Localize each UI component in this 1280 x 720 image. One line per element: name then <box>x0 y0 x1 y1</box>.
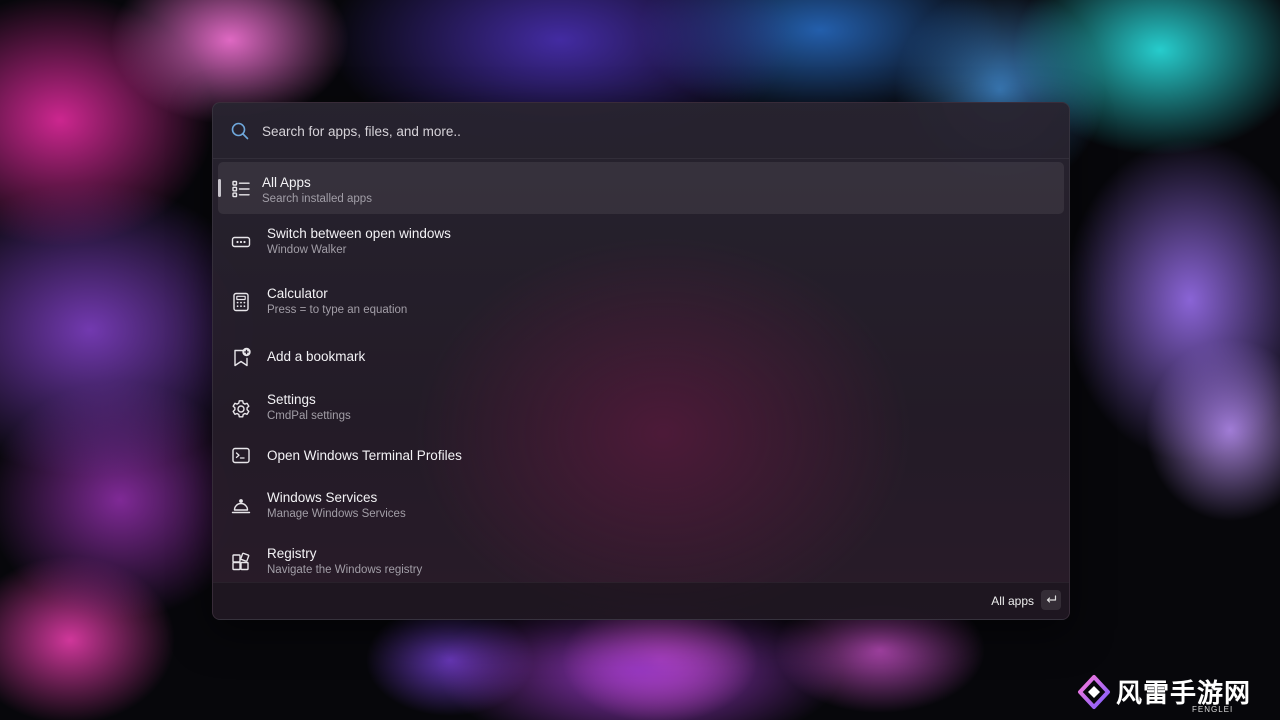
window-walker-icon <box>230 231 252 253</box>
list-item-window-walker[interactable]: Switch between open windows Window Walke… <box>218 218 1064 268</box>
item-title: All Apps <box>262 175 311 190</box>
list-item-windows-services[interactable]: Windows Services Manage Windows Services <box>218 480 1064 532</box>
item-title: Registry <box>267 546 317 561</box>
list-item-settings[interactable]: Settings CmdPal settings <box>218 382 1064 434</box>
list-icon <box>230 178 252 200</box>
list-item-all-apps[interactable]: All Apps Search installed apps <box>218 162 1064 214</box>
primary-action-label[interactable]: All apps <box>991 594 1034 608</box>
item-subtitle: Manage Windows Services <box>267 508 406 520</box>
gear-icon <box>230 398 252 420</box>
fenglei-logo-icon <box>1076 674 1112 710</box>
item-title: Add a bookmark <box>267 349 366 364</box>
list-item-registry[interactable]: Registry Navigate the Windows registry <box>218 536 1064 588</box>
item-subtitle: Press = to type an equation <box>267 304 408 316</box>
list-item-terminal-profiles[interactable]: Open Windows Terminal Profiles <box>218 434 1064 480</box>
list-item-add-bookmark[interactable]: Add a bookmark <box>218 334 1064 380</box>
search-input[interactable] <box>262 121 1022 141</box>
watermark-subtext: FENGLEI <box>1192 705 1234 714</box>
command-bar: All apps <box>213 582 1069 619</box>
item-subtitle: CmdPal settings <box>267 410 351 422</box>
command-palette: All Apps Search installed apps Switch be… <box>212 102 1070 620</box>
search-icon <box>230 121 250 141</box>
item-title: Calculator <box>267 286 328 301</box>
list-item-calculator[interactable]: Calculator Press = to type an equation <box>218 276 1064 328</box>
item-subtitle: Navigate the Windows registry <box>267 564 423 576</box>
search-bar <box>213 103 1069 159</box>
item-title: Settings <box>267 392 316 407</box>
watermark: 风雷手游网 FENGLEI <box>1076 668 1272 718</box>
calculator-icon <box>230 291 252 313</box>
services-icon <box>230 495 252 517</box>
item-title: Switch between open windows <box>267 226 451 241</box>
bookmark-add-icon <box>230 346 252 368</box>
terminal-icon <box>230 445 252 467</box>
item-title: Windows Services <box>267 490 378 505</box>
registry-icon <box>230 552 252 574</box>
item-subtitle: Window Walker <box>267 244 347 256</box>
item-subtitle: Search installed apps <box>262 193 372 205</box>
selection-indicator <box>218 179 221 197</box>
item-title: Open Windows Terminal Profiles <box>267 448 462 463</box>
enter-key-icon[interactable] <box>1041 590 1061 610</box>
